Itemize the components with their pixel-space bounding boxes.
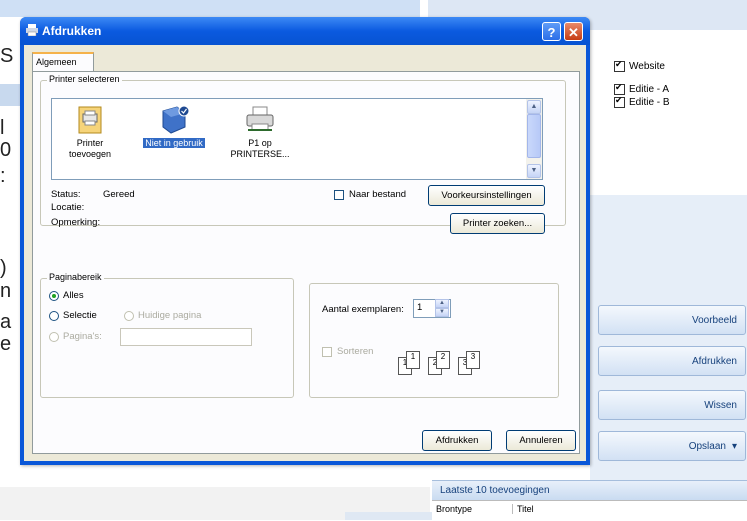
- printer-name-line1: Printer: [76, 138, 104, 148]
- comment-label: Opmerking:: [51, 217, 101, 228]
- group-label: Printer selecteren: [47, 74, 122, 84]
- status-label: Status:: [51, 189, 81, 200]
- printer-item-network[interactable]: P1 op PRINTERSE...: [224, 105, 296, 160]
- background-char: l: [0, 117, 5, 139]
- range-pages-label: Pagina's:: [63, 331, 102, 342]
- edition-b-checkbox[interactable]: Editie - B: [614, 95, 670, 108]
- spin-down-icon[interactable]: ▼: [435, 308, 449, 317]
- dialog-client-area: Algemeen Printer selecteren Printer toev: [24, 45, 586, 461]
- background-char: S: [0, 45, 14, 67]
- collate-illustration: 1 1 2 2 3 3: [398, 351, 523, 377]
- preview-button[interactable]: Voorbeeld: [598, 305, 746, 335]
- checkbox-label: Editie - B: [629, 97, 670, 108]
- range-pages-radio[interactable]: [49, 332, 59, 342]
- range-all-label: Alles: [63, 290, 84, 301]
- spin-up-icon[interactable]: ▲: [435, 299, 449, 308]
- background-char: ): [0, 257, 7, 279]
- network-printer-icon: [246, 106, 274, 131]
- scroll-down-icon[interactable]: ▼: [527, 164, 541, 178]
- collate-label: Sorteren: [337, 346, 374, 357]
- printer-name-line1: Niet in gebruik: [143, 138, 205, 148]
- range-current-label: Huidige pagina: [138, 310, 202, 321]
- print-to-file-checkbox[interactable]: [334, 190, 344, 200]
- checkbox-label: Editie - A: [629, 84, 670, 95]
- close-button[interactable]: ✕: [564, 22, 583, 41]
- printer-name-line2: PRINTERSE...: [230, 149, 290, 159]
- print-to-file-label: Naar bestand: [349, 189, 407, 200]
- range-selection-label: Selectie: [63, 310, 97, 321]
- edition-a-checkbox[interactable]: Editie - A: [614, 82, 670, 95]
- printer-select-group: Printer selecteren Printer toevoegen Nie…: [40, 74, 566, 234]
- printer-list-scrollbar[interactable]: ▲ ▼: [526, 99, 542, 179]
- background-bottom-strip: [345, 512, 435, 520]
- printer-shared-icon: [162, 105, 190, 134]
- printer-list[interactable]: Printer toevoegen Niet in gebruik P1 op …: [51, 98, 543, 180]
- dialog-title: Afdrukken: [42, 24, 102, 38]
- background-char: e: [0, 333, 12, 355]
- checkbox-box[interactable]: [614, 95, 625, 108]
- scrollbar-thumb[interactable]: [527, 114, 541, 158]
- cancel-button[interactable]: Annuleren: [506, 430, 576, 451]
- column-header-source[interactable]: Brontype: [436, 504, 472, 514]
- checkbox-box[interactable]: [614, 82, 625, 95]
- pages-input[interactable]: [120, 328, 252, 346]
- print-button[interactable]: Afdrukken: [422, 430, 492, 451]
- range-selection-radio[interactable]: [49, 311, 59, 321]
- background-left-bar: [0, 84, 20, 106]
- background-char: n: [0, 280, 12, 302]
- group-label: Paginabereik: [47, 272, 104, 282]
- page-range-group: Paginabereik Alles Selectie Huidige pagi…: [40, 272, 294, 398]
- printer-item-add[interactable]: Printer toevoegen: [60, 105, 120, 160]
- recent-additions-columns: Brontype Titel: [432, 500, 747, 521]
- tab-page-general: Printer selecteren Printer toevoegen Nie…: [32, 71, 580, 454]
- preferences-button[interactable]: Voorkeursinstellingen: [428, 185, 545, 206]
- background-char: 0: [0, 139, 12, 161]
- copies-stepper[interactable]: ▲ ▼: [435, 299, 449, 318]
- copies-group: Aantal exemplaren: 1 ▲ ▼ Sorteren 1 1 2 …: [309, 283, 559, 398]
- collate-checkbox[interactable]: [322, 347, 332, 357]
- dialog-titlebar[interactable]: Afdrukken ? ✕: [20, 17, 590, 45]
- printer-name-line1: P1 op: [248, 138, 272, 148]
- copies-label: Aantal exemplaren:: [322, 304, 404, 315]
- collate-page: 3: [466, 351, 480, 369]
- print-dialog: Afdrukken ? ✕ Algemeen Printer selectere…: [20, 17, 590, 465]
- range-current-radio[interactable]: [124, 311, 134, 321]
- collate-page: 1: [406, 351, 420, 369]
- printer-icon: [26, 24, 38, 36]
- checkbox-label: Website: [629, 61, 665, 72]
- range-all-radio[interactable]: [49, 291, 59, 301]
- status-value: Gereed: [103, 189, 135, 200]
- add-printer-icon: [78, 106, 102, 134]
- column-header-title[interactable]: Titel: [512, 504, 534, 514]
- collate-page: 2: [436, 351, 450, 369]
- help-button[interactable]: ?: [542, 22, 561, 41]
- chevron-down-icon: ▾: [731, 440, 737, 452]
- printer-item-not-in-use[interactable]: Niet in gebruik: [134, 105, 214, 149]
- website-checkbox[interactable]: Website: [614, 59, 665, 72]
- checkbox-box[interactable]: [614, 59, 625, 72]
- location-label: Locatie:: [51, 202, 85, 213]
- background-char: a: [0, 311, 12, 333]
- clear-button[interactable]: Wissen: [598, 390, 746, 420]
- scroll-up-icon[interactable]: ▲: [527, 100, 541, 114]
- background-char: :: [0, 165, 6, 187]
- printer-name-line2: toevoegen: [68, 149, 112, 159]
- save-button-label: Opslaan: [688, 440, 726, 452]
- tab-general[interactable]: Algemeen: [32, 52, 94, 72]
- print-button-background[interactable]: Afdrukken: [598, 346, 746, 376]
- background-header-bar: [0, 0, 420, 17]
- recent-additions-header[interactable]: Laatste 10 toevoegingen: [432, 480, 747, 500]
- save-button[interactable]: Opslaan ▾: [598, 431, 746, 461]
- find-printer-button[interactable]: Printer zoeken...: [450, 213, 545, 234]
